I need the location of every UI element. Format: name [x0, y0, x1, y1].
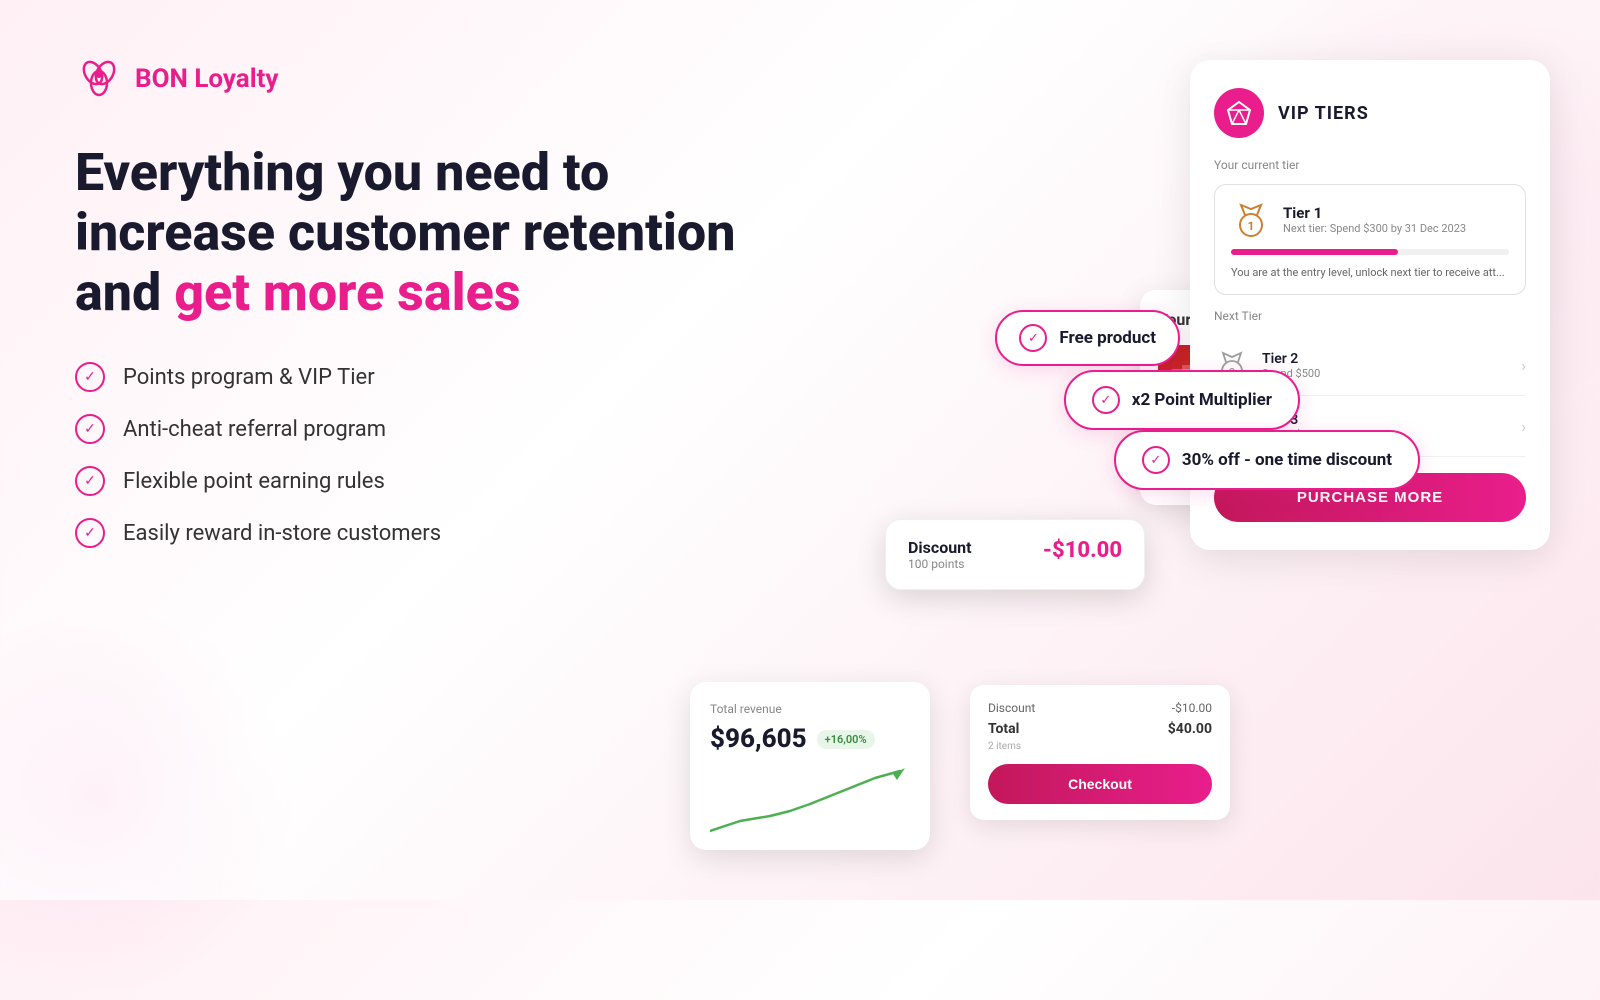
free-product-check-icon: ✓	[1019, 324, 1047, 352]
thirty-percent-badge: ✓ 30% off - one time discount	[1114, 430, 1420, 490]
tier1-description: You are at the entry level, unlock next …	[1231, 265, 1509, 280]
revenue-chart	[710, 766, 910, 836]
left-section: BON Loyalty Everything you need to incre…	[75, 55, 755, 548]
tier1-box: 1 Tier 1 Next tier: Spend $300 by 31 Dec…	[1214, 184, 1526, 295]
feature-text-2: Anti-cheat referral program	[123, 417, 386, 442]
vip-title: VIP TIERS	[1278, 103, 1369, 124]
check-icon-1: ✓	[75, 362, 105, 392]
tier1-progress-bar	[1231, 249, 1509, 255]
feature-item-4: ✓ Easily reward in-store customers	[75, 518, 755, 548]
hero-accent: get more sales	[174, 262, 520, 323]
logo-area: BON Loyalty	[75, 55, 755, 103]
tier2-name: Tier 2	[1262, 351, 1521, 367]
checkout-total-label: Total	[988, 721, 1019, 737]
thirty-percent-label: 30% off - one time discount	[1182, 450, 1392, 470]
discount-points: 100 points	[908, 557, 972, 571]
hero-heading: Everything you need to increase customer…	[75, 143, 755, 322]
tier3-chevron-icon: ›	[1521, 417, 1526, 436]
hero-line3-prefix: and	[75, 262, 174, 323]
check-icon-3: ✓	[75, 466, 105, 496]
svg-text:1: 1	[1248, 219, 1255, 233]
vip-diamond-icon	[1214, 88, 1264, 138]
x2-check-icon: ✓	[1092, 386, 1120, 414]
tier1-medal-icon: 1	[1231, 199, 1271, 239]
hero-line1: Everything you need to	[75, 142, 609, 203]
revenue-card: Total revenue $96,605 +16,00%	[690, 682, 930, 850]
brand-name: BON Loyalty	[135, 64, 278, 94]
discount-bubble: Discount 100 points -$10.00	[885, 519, 1145, 590]
free-product-badge: ✓ Free product	[995, 310, 1180, 366]
check-icon-4: ✓	[75, 518, 105, 548]
x2-multiplier-badge: ✓ x2 Point Multiplier	[1064, 370, 1300, 430]
next-tier-section-label: Next Tier	[1214, 309, 1526, 323]
tier2-chevron-icon: ›	[1521, 356, 1526, 375]
feature-text-1: Points program & VIP Tier	[123, 365, 375, 390]
tier1-subtitle: Next tier: Spend $300 by 31 Dec 2023	[1283, 222, 1466, 235]
feature-list: ✓ Points program & VIP Tier ✓ Anti-cheat…	[75, 362, 755, 548]
discount-label: Discount	[908, 538, 972, 557]
discount-amount: -$10.00	[1043, 538, 1122, 563]
thirty-percent-check-icon: ✓	[1142, 446, 1170, 474]
feature-item-3: ✓ Flexible point earning rules	[75, 466, 755, 496]
checkout-discount-row: Discount -$10.00	[988, 701, 1212, 715]
revenue-badge: +16,00%	[817, 730, 875, 749]
feature-item-2: ✓ Anti-cheat referral program	[75, 414, 755, 444]
hero-line2: increase customer retention	[75, 202, 735, 263]
revenue-amount-row: $96,605 +16,00%	[710, 724, 910, 754]
feature-item-1: ✓ Points program & VIP Tier	[75, 362, 755, 392]
tier2-info: Tier 2 Spend $500	[1262, 351, 1521, 380]
checkout-total-row: Total $40.00	[988, 721, 1212, 737]
tier3-name: Tier 3	[1262, 412, 1521, 428]
revenue-amount: $96,605	[710, 724, 807, 754]
current-tier-label: Your current tier	[1214, 158, 1526, 172]
checkout-discount-value: -$10.00	[1172, 701, 1212, 715]
tier2-spend: Spend $500	[1262, 367, 1521, 380]
x2-label: x2 Point Multiplier	[1132, 390, 1272, 410]
checkout-button[interactable]: Checkout	[988, 764, 1212, 804]
check-icon-2: ✓	[75, 414, 105, 444]
tier1-name: Tier 1	[1283, 204, 1466, 222]
checkout-total-value: $40.00	[1168, 721, 1212, 737]
feature-text-4: Easily reward in-store customers	[123, 521, 441, 546]
tier1-progress-fill	[1231, 249, 1398, 255]
free-product-label: Free product	[1059, 328, 1156, 348]
vip-header: VIP TIERS	[1214, 88, 1526, 138]
checkout-items-count: 2 items	[988, 741, 1212, 752]
checkout-card: Discount -$10.00 Total $40.00 2 items Ch…	[970, 685, 1230, 820]
bon-loyalty-logo-icon	[75, 55, 123, 103]
feature-text-3: Flexible point earning rules	[123, 469, 385, 494]
revenue-label: Total revenue	[710, 702, 910, 716]
checkout-discount-label: Discount	[988, 701, 1035, 715]
